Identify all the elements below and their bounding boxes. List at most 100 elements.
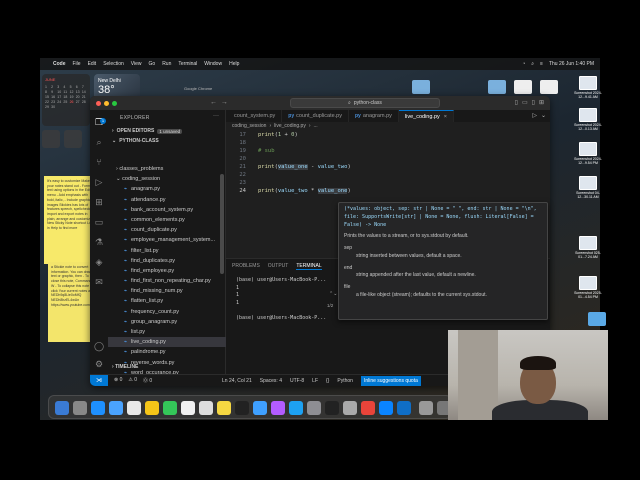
tab-terminal[interactable]: TERMINAL [296, 263, 322, 270]
app-store-icon[interactable] [289, 401, 303, 415]
overload-arrows-icon[interactable]: ⌃⌄ [329, 291, 337, 299]
podcasts-icon[interactable] [271, 401, 285, 415]
photos-icon[interactable] [145, 401, 159, 415]
breadcrumb-item[interactable]: ... [314, 123, 318, 129]
control-center-icon[interactable]: ≡ [540, 61, 543, 67]
close-window-button[interactable] [96, 100, 101, 106]
tree-file[interactable]: ⌁ palindrome.py [108, 347, 226, 357]
tree-folder[interactable]: › classes_problems [108, 164, 226, 174]
workspace-section[interactable]: ⌄ PYTHON-CLASS [112, 138, 159, 144]
menu-selection[interactable]: Selection [103, 61, 124, 67]
tree-file[interactable]: ⌁ common_elements.py [108, 215, 226, 225]
account-icon[interactable]: ◯ [93, 340, 105, 352]
folder-icon[interactable] [488, 80, 506, 94]
desktop-file[interactable]: Screenshot 2024-12...0.13 AM [574, 108, 602, 131]
folder-icon[interactable] [588, 312, 606, 326]
calendar-icon[interactable] [181, 401, 195, 415]
toggle-sidebar-icon[interactable]: ▯ [515, 99, 518, 106]
nav-back-forward[interactable]: ← → [210, 99, 228, 106]
tab-output[interactable]: OUTPUT [268, 263, 289, 270]
toggle-secondary-sidebar-icon[interactable]: ▯ [532, 99, 535, 106]
command-center-search[interactable]: ⌕ python-class [290, 98, 440, 108]
menu-terminal[interactable]: Terminal [178, 61, 197, 67]
tree-file[interactable]: ⌁ group_anagram.py [108, 317, 226, 327]
widget-tile[interactable] [42, 130, 60, 148]
tree-file[interactable]: ⌁ anagram.py [108, 184, 226, 194]
tree-file[interactable]: ⌁ frequency_count.py [108, 307, 226, 317]
desktop-file[interactable]: Screenshot 025-01...7.24 AM [574, 236, 602, 259]
tab-count-system[interactable]: count_system.py [226, 110, 283, 122]
open-editors-section[interactable]: › OPEN EDITORS 1 unsaved [112, 128, 183, 134]
notes-icon[interactable] [217, 401, 231, 415]
breadcrumb-item[interactable]: live_coding.py [274, 123, 306, 129]
menu-help[interactable]: Help [229, 61, 239, 67]
zoom-window-button[interactable] [112, 100, 117, 106]
menu-window[interactable]: Window [204, 61, 222, 67]
desktop-file[interactable]: Screenshot 2024-12...9.41 AM [574, 76, 602, 99]
tree-file[interactable]: ⌁ attendance.py [108, 195, 226, 205]
menu-edit[interactable]: Edit [88, 61, 97, 67]
customize-layout-icon[interactable]: ⊞ [539, 99, 544, 106]
finder-icon[interactable] [55, 401, 69, 415]
tree-file[interactable]: ⌁ filter_list.py [108, 246, 226, 256]
desktop-file[interactable]: Screenshot 04-12...30.11 AM [574, 176, 602, 199]
tree-file[interactable]: ⌁ find_employee.py [108, 266, 226, 276]
run-debug-icon[interactable]: ▷ [93, 176, 105, 188]
breadcrumb-item[interactable]: coding_session [232, 123, 266, 129]
more-actions-icon[interactable]: ··· [213, 113, 219, 119]
toggle-panel-icon[interactable]: ▭ [522, 99, 528, 106]
tab-anagram[interactable]: py anagram.py [349, 110, 399, 122]
menu-file[interactable]: File [73, 61, 81, 67]
contacts-icon[interactable] [199, 401, 213, 415]
status-language[interactable]: Python [337, 378, 353, 384]
safari-icon[interactable] [91, 401, 105, 415]
status-eol[interactable]: LF [312, 378, 318, 384]
timeline-section[interactable]: › TIMELINE [112, 364, 138, 370]
system-settings-icon[interactable] [307, 401, 321, 415]
launchpad-icon[interactable] [73, 401, 87, 415]
source-control-icon[interactable]: ⑂ [93, 156, 105, 168]
run-file-icon[interactable]: ▷ [532, 112, 537, 119]
extensions-icon[interactable]: ⊞ [93, 196, 105, 208]
chevron-down-icon[interactable]: ⌄ [541, 112, 546, 119]
docker-icon[interactable]: ◈ [93, 256, 105, 268]
status-inline-suggestions[interactable]: Inline suggestions quota [360, 375, 421, 386]
menu-go[interactable]: Go [149, 61, 156, 67]
tree-file[interactable]: ⌁ flatten_list.py [108, 296, 226, 306]
file-icon[interactable] [514, 80, 532, 94]
testing-icon[interactable]: ⚗ [93, 236, 105, 248]
desktop-file[interactable]: Screenshot 2025-01...4.54 PM [574, 276, 602, 299]
status-position[interactable]: Ln 24, Col 21 [222, 378, 252, 384]
menu-view[interactable]: View [131, 61, 142, 67]
file-icon[interactable] [540, 80, 558, 94]
tv-icon[interactable] [253, 401, 267, 415]
tree-file[interactable]: ⌁ count_duplicate.py [108, 225, 226, 235]
wifi-icon[interactable]: ◔ [522, 61, 525, 67]
mail-icon[interactable] [109, 401, 123, 415]
remote-explorer-icon[interactable]: ▭ [93, 216, 105, 228]
tab-count-duplicate[interactable]: py count_duplicate.py [282, 110, 349, 122]
tree-file[interactable]: ⌁ list.py [108, 327, 226, 337]
remote-indicator-icon[interactable]: ⋊ [90, 374, 108, 386]
chrome-icon[interactable] [361, 401, 375, 415]
tree-file[interactable]: ⌁ find_duplicates.py [108, 256, 226, 266]
search-icon[interactable]: ⌕ [531, 61, 534, 67]
utility-icon[interactable] [343, 401, 357, 415]
facetime-icon[interactable] [163, 401, 177, 415]
terminal-output[interactable]: (base) user@Users-MacBook-P... 1 1 1 (ba… [236, 277, 326, 322]
status-encoding[interactable]: UTF-8 [290, 378, 304, 384]
tree-file[interactable]: ⌁ bank_account_system.py [108, 205, 226, 215]
tab-live-coding[interactable]: live_coding.py × [398, 110, 454, 123]
status-braces[interactable]: {} [326, 378, 329, 384]
status-spaces[interactable]: Spaces: 4 [260, 378, 282, 384]
word-icon[interactable] [379, 401, 393, 415]
sidebar-scrollbar[interactable] [220, 174, 224, 274]
terminal-icon[interactable] [325, 401, 339, 415]
gear-icon[interactable]: ⚙ [93, 358, 105, 370]
vscode-icon[interactable] [397, 401, 411, 415]
calendar-widget[interactable]: JUNE 1234567 8 9 10 11 12 13 14 15 16 17 18 19 20 21… [42, 74, 90, 126]
close-tab-icon[interactable]: × [444, 111, 447, 123]
downloads-icon[interactable] [419, 401, 433, 415]
menu-app[interactable]: Code [53, 61, 66, 67]
search-icon[interactable]: ⌕ [93, 136, 105, 148]
